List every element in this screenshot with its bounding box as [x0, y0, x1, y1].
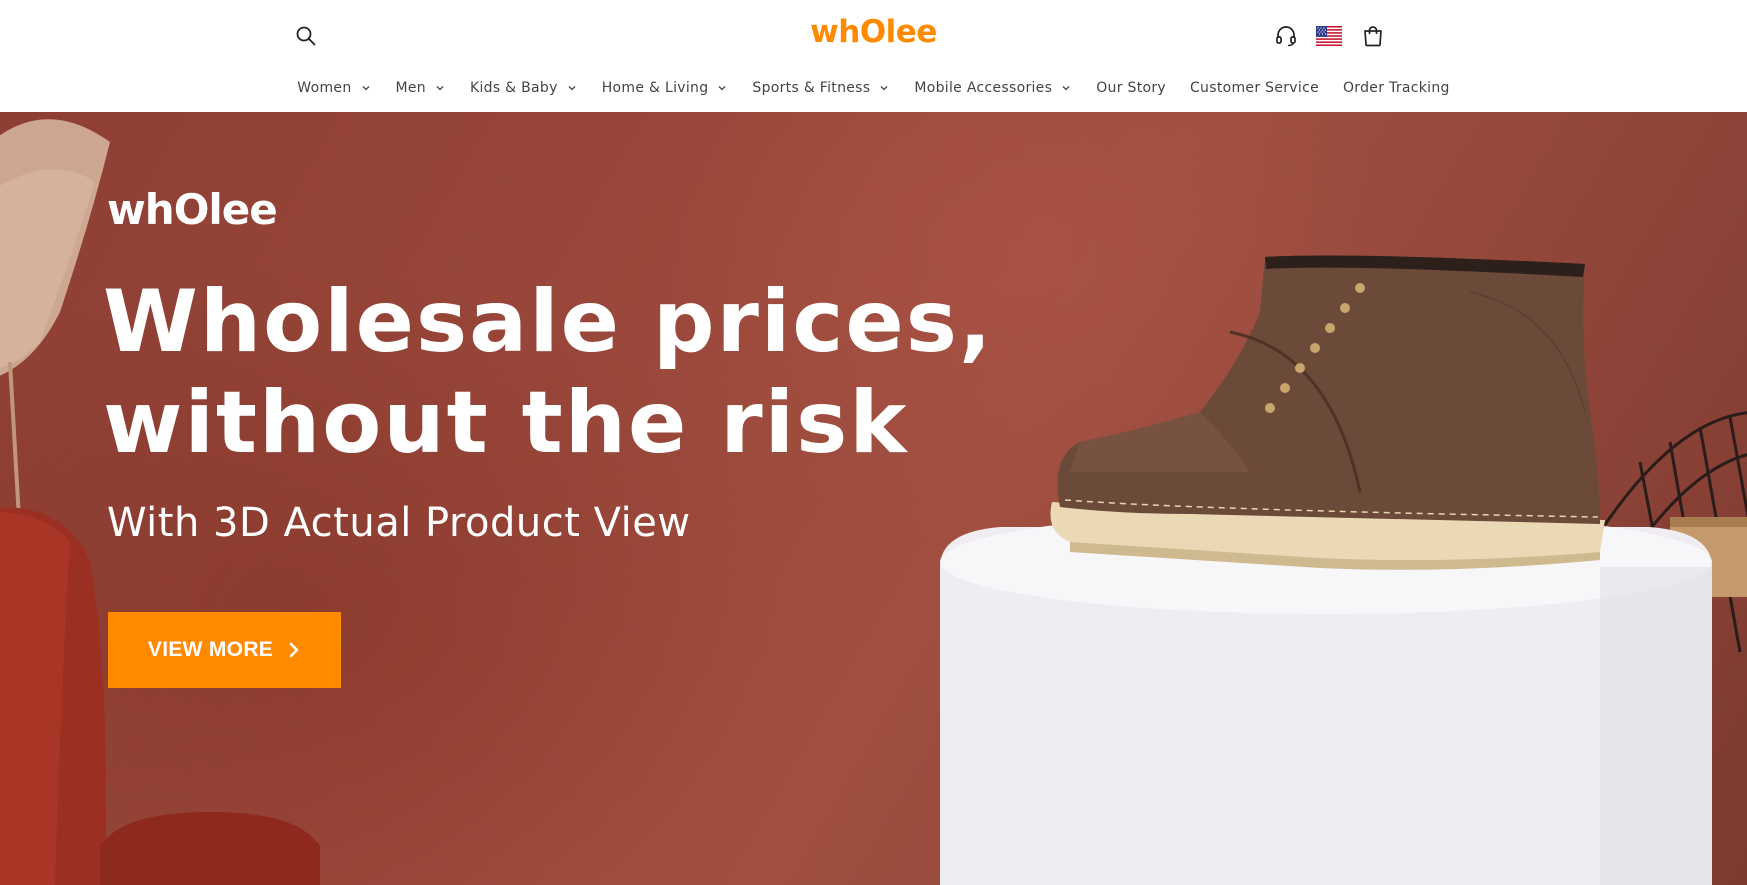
headset-icon [1276, 26, 1296, 47]
cart-button[interactable] [1357, 20, 1389, 52]
chevron-down-icon [436, 86, 444, 91]
chevron-down-icon [362, 86, 369, 91]
nav-item-order-tracking[interactable]: Order Tracking [1331, 80, 1462, 96]
chevron-down-icon [718, 86, 726, 91]
nav-item-label: Women [297, 80, 352, 96]
view-more-label: VIEW MORE [147, 638, 274, 661]
us-flag-icon [1316, 26, 1342, 46]
site-logo[interactable]: whOlee [810, 14, 937, 50]
nav-item-sports-fitness[interactable]: Sports & Fitness [740, 80, 902, 96]
search-button[interactable] [290, 20, 322, 52]
header-top-bar: whOlee [0, 0, 1747, 72]
nav-item-label: Home & Living [601, 80, 709, 96]
nav-item-label: Our Story [1096, 80, 1166, 96]
hero-headline-line-1: Wholesale prices, [103, 272, 994, 372]
nav-item-women[interactable]: Women [285, 80, 383, 96]
hero-headline-line-2: without the risk [103, 373, 909, 473]
nav-item-label: Order Tracking [1342, 80, 1450, 96]
chevron-right-icon [289, 642, 299, 658]
hero-brand-logo: whOlee [107, 185, 278, 234]
support-button[interactable] [1270, 20, 1302, 52]
hero-subheadline: With 3D Actual Product View [107, 500, 691, 546]
search-icon [296, 26, 316, 46]
nav-item-label: Customer Service [1189, 80, 1319, 96]
nav-item-kids-baby[interactable]: Kids & Baby [458, 80, 590, 96]
nav-item-label: Men [395, 80, 426, 96]
nav-item-men[interactable]: Men [384, 80, 458, 96]
chevron-down-icon [880, 86, 888, 91]
site-header: whOlee Women Men Kids & Baby Home & Livi… [0, 0, 1747, 112]
nav-item-home-living[interactable]: Home & Living [590, 80, 741, 96]
nav-item-label: Mobile Accessories [914, 80, 1053, 96]
nav-item-customer-service[interactable]: Customer Service [1178, 80, 1331, 96]
nav-item-our-story[interactable]: Our Story [1084, 80, 1178, 96]
hero-banner: whOlee Wholesale prices, without the ris… [0, 112, 1747, 885]
nav-item-label: Sports & Fitness [752, 80, 871, 96]
site-logo-wrap: whOlee [0, 14, 1747, 50]
nav-item-mobile-accessories[interactable]: Mobile Accessories [902, 80, 1084, 96]
main-navigation: Women Men Kids & Baby Home & Living Spor… [0, 74, 1747, 102]
hero-headline: Wholesale prices, without the risk [103, 272, 1003, 474]
boot [1050, 255, 1605, 570]
chevron-down-icon [568, 86, 576, 91]
region-selector[interactable] [1315, 24, 1343, 48]
vase-decor [0, 507, 320, 885]
view-more-button[interactable]: VIEW MORE [108, 612, 341, 688]
cart-icon [1364, 26, 1382, 47]
chevron-down-icon [1062, 86, 1070, 91]
nav-item-label: Kids & Baby [469, 80, 558, 96]
